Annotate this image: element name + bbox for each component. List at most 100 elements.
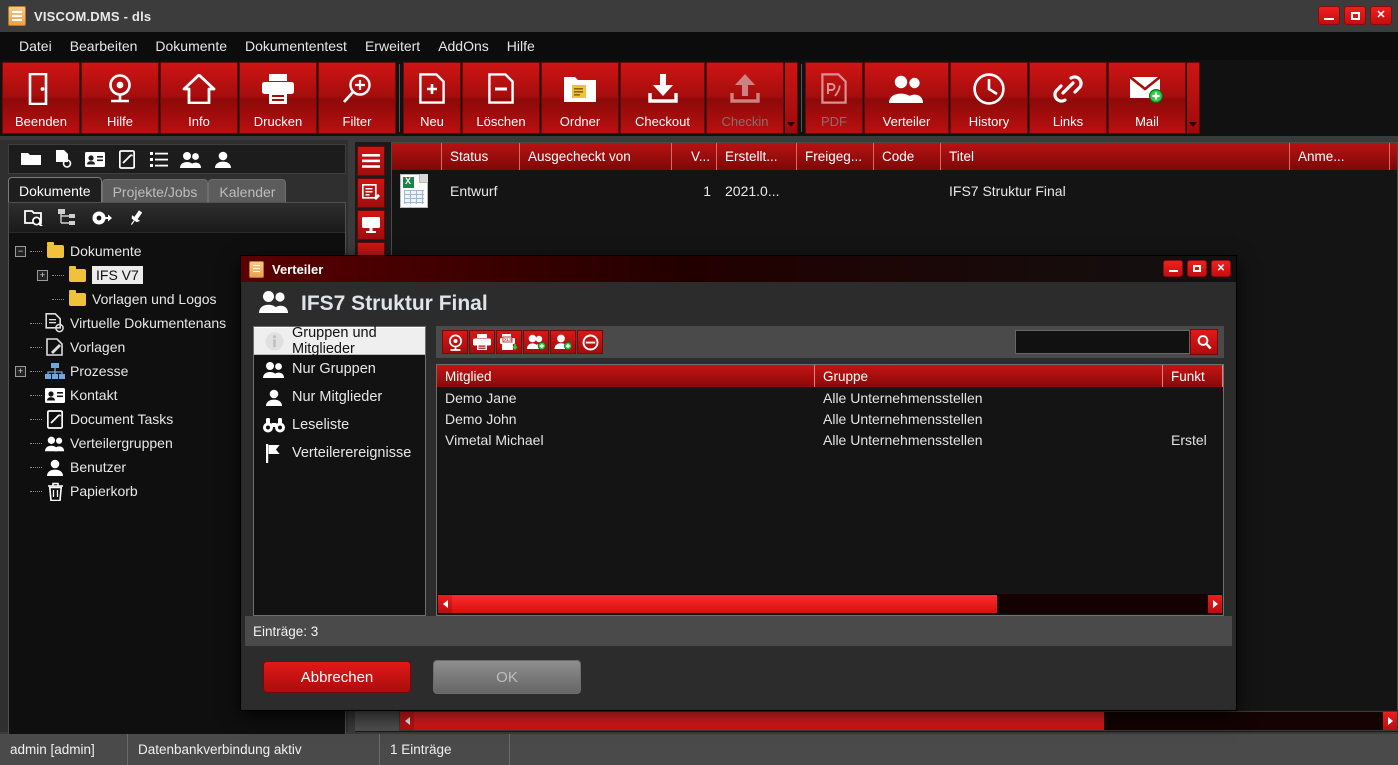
menu-item-addons[interactable]: AddOns: [429, 36, 498, 56]
ribbon-button-checkout[interactable]: Checkout: [620, 62, 705, 134]
remove-icon[interactable]: [577, 330, 603, 354]
scrollbar-thumb[interactable]: [452, 595, 997, 613]
ribbon-button-label: Info: [188, 114, 210, 129]
add-group-icon[interactable]: [523, 330, 549, 354]
dialog-minimize-button[interactable]: [1163, 260, 1183, 277]
tab-kalender[interactable]: Kalender: [208, 179, 287, 203]
ribbon-button-mail[interactable]: Mail: [1108, 62, 1186, 134]
tree-expander-icon[interactable]: +: [15, 365, 26, 377]
ribbon-button-beenden[interactable]: Beenden: [2, 62, 80, 134]
member-cell-mitglied: Demo Jane: [445, 389, 517, 406]
member-column-header-funkt[interactable]: Funkt: [1163, 365, 1223, 387]
tree-expander-icon[interactable]: −: [15, 245, 26, 257]
edit-document-icon[interactable]: [357, 178, 385, 208]
export-xls-icon[interactable]: XLS: [496, 330, 522, 354]
ok-button[interactable]: OK: [433, 660, 581, 694]
chevron-down-icon[interactable]: [1187, 62, 1200, 134]
dialog-close-button[interactable]: ✕: [1211, 260, 1231, 277]
user-icon[interactable]: [211, 148, 235, 170]
member-row[interactable]: Demo Jane Alle Unternehmensstellen: [437, 387, 1223, 408]
menu-item-dokumente[interactable]: Dokumente: [146, 36, 236, 56]
ribbon-button-links[interactable]: Links: [1029, 62, 1107, 134]
template-icon: [45, 337, 65, 357]
member-row[interactable]: Demo John Alle Unternehmensstellen: [437, 408, 1223, 429]
minimize-button[interactable]: [1318, 6, 1340, 25]
list-icon[interactable]: [147, 148, 171, 170]
close-button[interactable]: ✕: [1370, 6, 1392, 25]
folder-icon: [45, 241, 65, 258]
grid-column-header-v-[interactable]: V...: [672, 143, 717, 170]
add-member-icon[interactable]: [550, 330, 576, 354]
category-nur-gruppen[interactable]: Nur Gruppen: [254, 355, 425, 383]
menu-item-bearbeiten[interactable]: Bearbeiten: [61, 36, 147, 56]
search-input[interactable]: [1015, 330, 1190, 354]
grid-column-header-anme-[interactable]: Anme...: [1290, 143, 1390, 170]
lifebuoy-icon[interactable]: [442, 330, 468, 354]
scrollbar-track[interactable]: [399, 711, 1398, 731]
menu-item-hilfe[interactable]: Hilfe: [498, 36, 544, 56]
delete-document-icon: [488, 63, 514, 114]
groups-icon[interactable]: [179, 148, 203, 170]
ribbon-button-history[interactable]: History: [950, 62, 1028, 134]
members-toolbar: XLS: [436, 326, 1224, 358]
tree-expander-icon[interactable]: +: [37, 269, 48, 281]
scroll-right-arrow-icon[interactable]: [1208, 595, 1222, 613]
scroll-left-arrow-icon[interactable]: [438, 595, 452, 613]
ribbon-button-l-schen[interactable]: Löschen: [462, 62, 540, 134]
category-leseliste[interactable]: Leseliste: [254, 411, 425, 439]
cancel-button[interactable]: Abbrechen: [263, 661, 411, 693]
pin-icon[interactable]: [125, 207, 147, 229]
grid-column-header-status[interactable]: Status: [442, 143, 520, 170]
virtual-document-icon[interactable]: [51, 148, 75, 170]
ribbon-button-label: Verteiler: [882, 114, 931, 129]
ribbon-button-drucken[interactable]: Drucken: [239, 62, 317, 134]
search-icon[interactable]: [1190, 329, 1218, 355]
grid-column-header-ausgecheckt-von[interactable]: Ausgecheckt von: [520, 143, 672, 170]
find-folder-icon[interactable]: [23, 207, 45, 229]
menu-lines-icon[interactable]: [357, 146, 385, 176]
category-nur-mitglieder[interactable]: Nur Mitglieder: [254, 383, 425, 411]
category-verteilerereignisse[interactable]: Verteilerereignisse: [254, 439, 425, 467]
ribbon-button-ordner[interactable]: Ordner: [541, 62, 619, 134]
menu-item-datei[interactable]: Datei: [10, 36, 61, 56]
ribbon-button-neu[interactable]: Neu: [403, 62, 461, 134]
member-column-header-gruppe[interactable]: Gruppe: [815, 365, 1163, 387]
contact-card-icon[interactable]: [83, 148, 107, 170]
grid-cell-code: [874, 170, 941, 212]
member-list-hscrollbar[interactable]: [438, 594, 1222, 614]
ribbon-button-verteiler[interactable]: Verteiler: [864, 62, 949, 134]
ribbon-button-checkin[interactable]: Checkin: [706, 62, 784, 134]
scroll-right-arrow-icon[interactable]: [1383, 712, 1397, 730]
folder-icon[interactable]: [19, 148, 43, 170]
member-row[interactable]: Vimetal Michael Alle Unternehmensstellen E…: [437, 429, 1223, 450]
menu-item-dokumententest[interactable]: Dokumententest: [236, 36, 356, 56]
category-gruppen-und-mitglieder[interactable]: Gruppen und Mitglieder: [254, 325, 425, 357]
maximize-button[interactable]: [1344, 6, 1366, 25]
task-clipboard-icon[interactable]: [115, 148, 139, 170]
chevron-down-icon[interactable]: [785, 62, 798, 134]
scroll-left-arrow-icon[interactable]: [400, 712, 414, 730]
dialog-maximize-button[interactable]: [1187, 260, 1207, 277]
tab-projekte-jobs[interactable]: Projekte/Jobs: [101, 179, 209, 203]
grid-column-header-erstellt-[interactable]: Erstellt...: [717, 143, 797, 170]
grid-column-header-icon[interactable]: [392, 143, 442, 170]
status-user: admin [admin]: [0, 734, 128, 765]
grid-column-header-titel[interactable]: Titel: [941, 143, 1290, 170]
grid-column-header-code[interactable]: Code: [874, 143, 941, 170]
tab-dokumente[interactable]: Dokumente: [8, 177, 102, 203]
ribbon-button-pdf[interactable]: PDF: [805, 62, 863, 134]
tree-structure-icon[interactable]: [57, 207, 79, 229]
printer-icon[interactable]: [469, 330, 495, 354]
member-column-header-mitglied[interactable]: Mitglied: [437, 365, 815, 387]
trash-icon: [45, 482, 65, 501]
menu-item-erweitert[interactable]: Erweitert: [356, 36, 429, 56]
goto-icon[interactable]: [91, 207, 113, 229]
ribbon-button-hilfe[interactable]: Hilfe: [81, 62, 159, 134]
main-horizontal-scrollbar[interactable]: [355, 710, 1398, 732]
monitor-icon[interactable]: [357, 210, 385, 240]
grid-row[interactable]: Entwurf 1 2021.0... IFS7 Struktur Final: [392, 170, 1397, 212]
scrollbar-thumb[interactable]: [414, 712, 1104, 730]
grid-column-header-freigeg-[interactable]: Freigeg...: [797, 143, 874, 170]
ribbon-button-info[interactable]: Info: [160, 62, 238, 134]
ribbon-button-filter[interactable]: Filter: [318, 62, 396, 134]
